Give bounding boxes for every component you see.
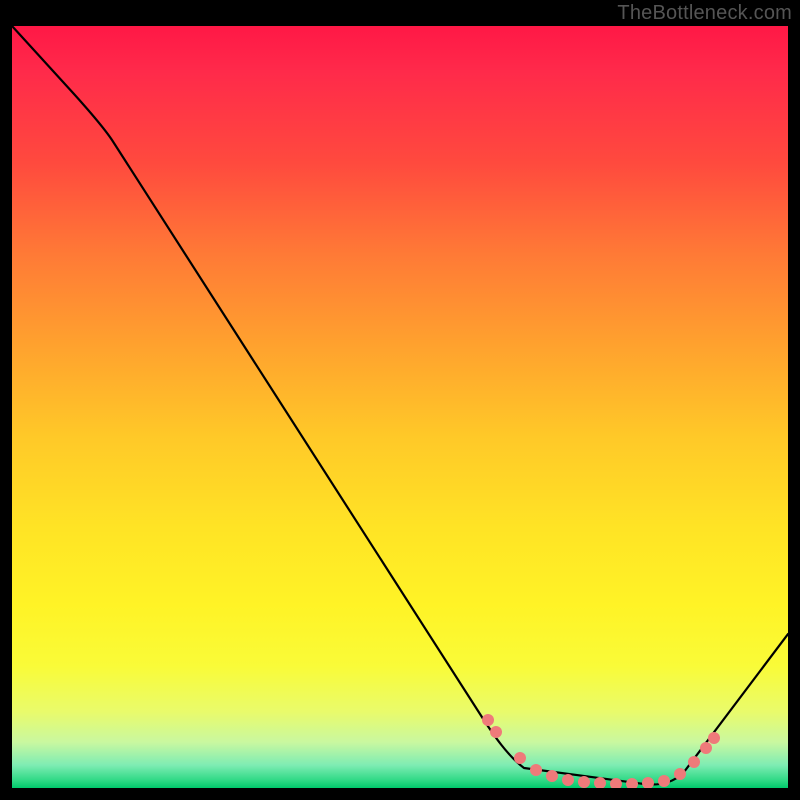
highlight-dot [700, 742, 712, 754]
highlight-dot [514, 752, 526, 764]
highlight-dot [530, 764, 542, 776]
highlighted-points-group [482, 714, 720, 788]
highlight-dot [482, 714, 494, 726]
highlight-dot [562, 774, 574, 786]
highlight-dot [642, 777, 654, 788]
watermark-text: TheBottleneck.com [617, 2, 792, 25]
bottleneck-curve-path [12, 26, 788, 785]
highlight-dot [490, 726, 502, 738]
highlight-dot [674, 768, 686, 780]
chart-frame: TheBottleneck.com [0, 0, 800, 800]
curve-layer [12, 26, 788, 788]
highlight-dot [708, 732, 720, 744]
highlight-dot [578, 776, 590, 788]
highlight-dot [626, 778, 638, 788]
highlight-dot [658, 775, 670, 787]
highlight-dot [546, 770, 558, 782]
highlight-dot [688, 756, 700, 768]
plot-area [12, 26, 788, 788]
